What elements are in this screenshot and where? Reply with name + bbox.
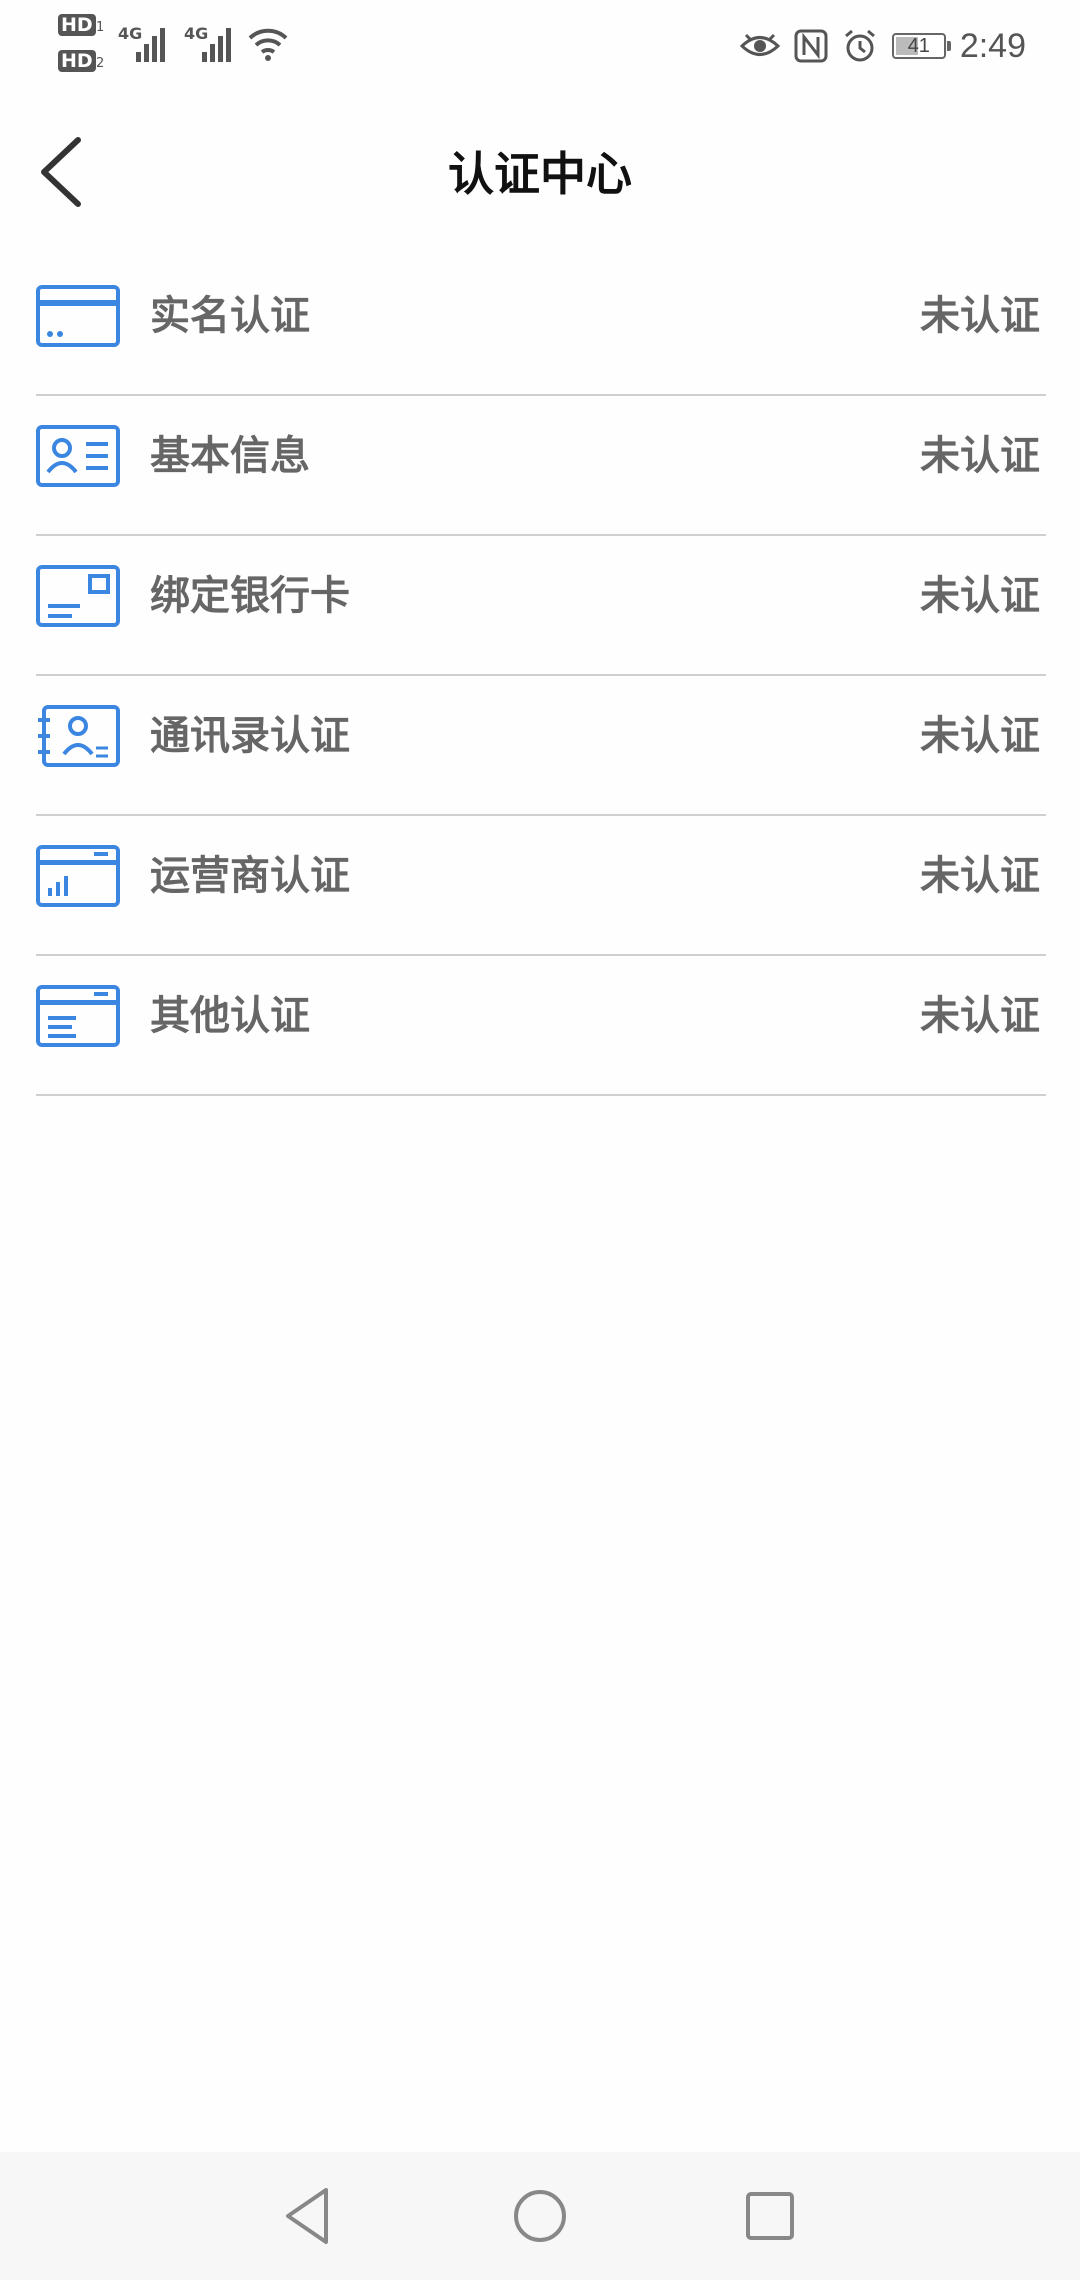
- list-item-carrier[interactable]: 运营商认证 未认证: [36, 816, 1046, 956]
- document-card-icon: [36, 985, 120, 1047]
- sim2-hd-badge: HD: [58, 50, 96, 72]
- app-header: 认证中心: [0, 92, 1080, 242]
- status-bar: HD 1 HD 2 4G 4G 41 2:49: [0, 0, 1080, 92]
- item-label: 通讯录认证: [150, 713, 350, 759]
- nfc-icon: [794, 29, 828, 63]
- item-label: 绑定银行卡: [150, 573, 350, 619]
- signal-bars-1-icon: [136, 24, 172, 62]
- list-item-real-name[interactable]: 实名认证 未认证: [36, 256, 1046, 396]
- contacts-book-icon: [38, 705, 120, 767]
- back-triangle-icon[interactable]: [270, 2176, 350, 2256]
- item-status: 未认证: [920, 713, 1040, 759]
- bank-card-icon: [36, 565, 120, 627]
- list-item-bank-card[interactable]: 绑定银行卡 未认证: [36, 536, 1046, 676]
- system-nav-bar: [0, 2152, 1080, 2280]
- carrier-chart-icon: [36, 845, 120, 907]
- signal-bars-2-icon: [202, 24, 238, 62]
- item-label: 其他认证: [150, 993, 310, 1039]
- recents-square-icon[interactable]: [730, 2176, 810, 2256]
- sim1-hd-badge: HD: [58, 14, 96, 36]
- status-right-group: 41 2:49: [739, 22, 1026, 70]
- profile-card-icon: [36, 425, 120, 487]
- verification-list: 实名认证 未认证 基本信息 未认证 绑定银行卡 未认证 通讯录认证 未认证 运营…: [36, 256, 1046, 1096]
- list-item-contacts[interactable]: 通讯录认证 未认证: [36, 676, 1046, 816]
- alarm-icon: [844, 29, 875, 62]
- item-status: 未认证: [920, 993, 1040, 1039]
- page-title: 认证中心: [448, 147, 632, 201]
- sim2-index: 2: [96, 56, 105, 71]
- item-label: 基本信息: [150, 433, 310, 479]
- battery-icon: 41: [891, 33, 951, 59]
- item-status: 未认证: [920, 853, 1040, 899]
- wifi-icon: [248, 28, 288, 61]
- item-label: 实名认证: [150, 293, 310, 339]
- list-item-basic-info[interactable]: 基本信息 未认证: [36, 396, 1046, 536]
- item-status: 未认证: [920, 433, 1040, 479]
- home-circle-icon[interactable]: [500, 2176, 580, 2256]
- item-status: 未认证: [920, 573, 1040, 619]
- item-status: 未认证: [920, 293, 1040, 339]
- id-card-icon: [36, 285, 120, 347]
- battery-level: 41: [907, 35, 930, 57]
- eye-icon: [739, 33, 780, 56]
- clock-time: 2:49: [959, 26, 1026, 65]
- item-label: 运营商认证: [150, 853, 350, 899]
- sim1-index: 1: [96, 20, 105, 35]
- list-item-other[interactable]: 其他认证 未认证: [36, 956, 1046, 1096]
